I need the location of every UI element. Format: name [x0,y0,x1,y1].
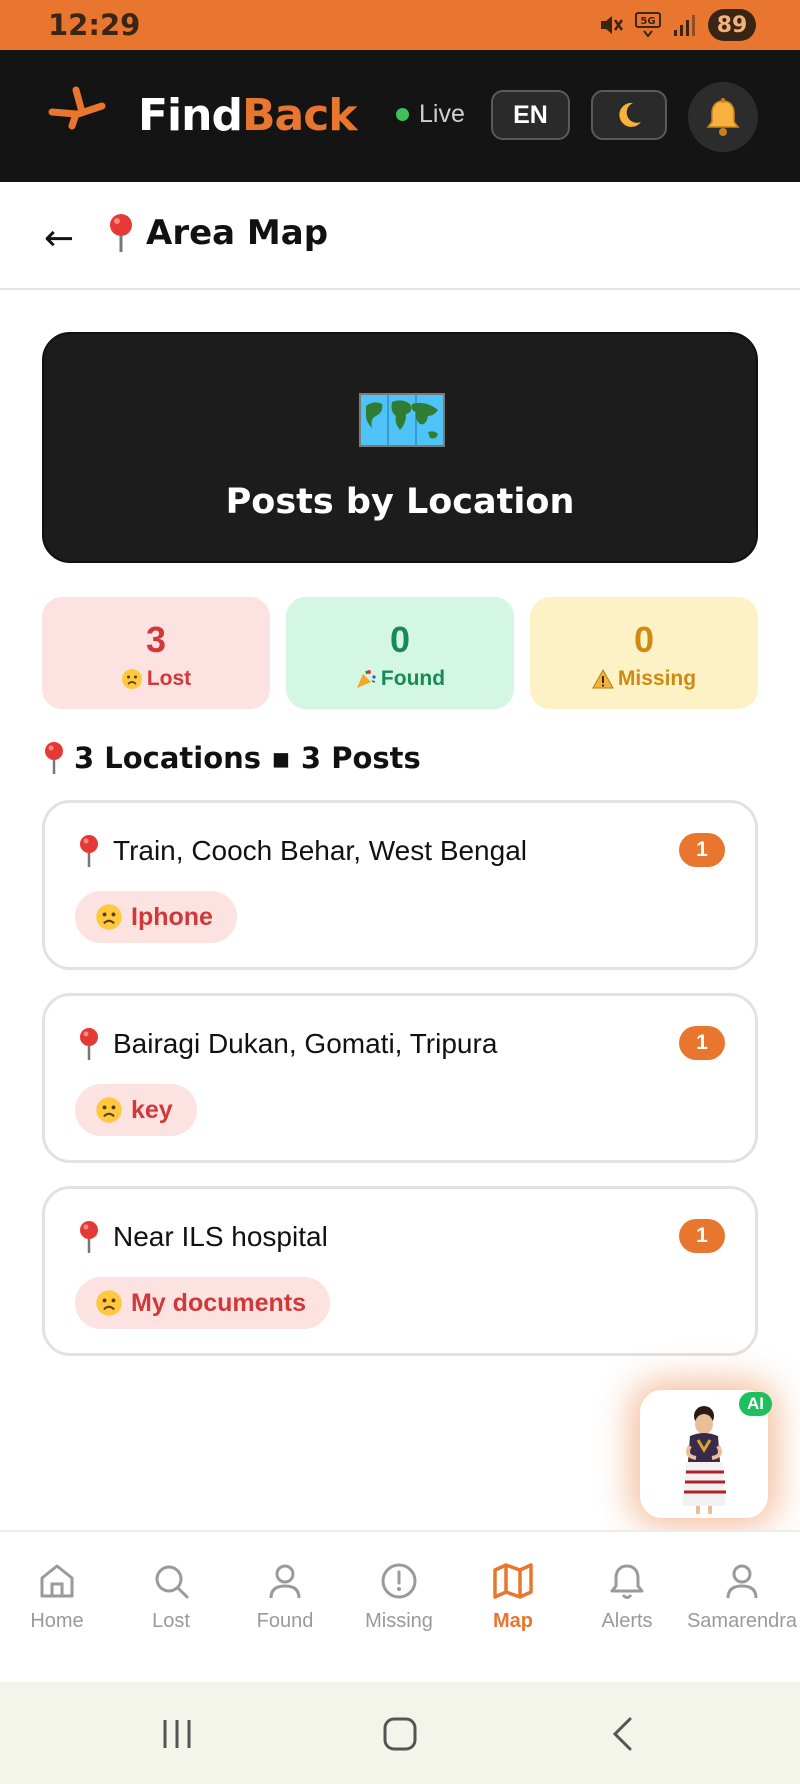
found-stat-label: Found [286,667,514,691]
posts-by-location-card: Posts by Location [42,332,758,563]
live-indicator: Live [396,100,465,129]
location-name: Near ILS hospital [77,1219,328,1255]
app-header: FindBack Live EN [0,50,800,182]
location-name: Bairagi Dukan, Gomati, Tripura [77,1026,497,1062]
page-title-text: Area Map [146,213,329,253]
worried-face-icon [96,1097,122,1123]
location-post-count: 1 [679,1026,725,1060]
nav-item-profile[interactable]: Samarendra [684,1560,800,1633]
bottom-navigation: Home Lost Found Missing Map Alerts Samar… [0,1530,800,1682]
found-label-text: Found [380,667,446,690]
nav-label-found: Found [256,1610,314,1632]
nav-item-home[interactable]: Home [0,1560,114,1633]
pin-icon [80,1028,98,1060]
nav-label-profile: Samarendra [686,1610,798,1632]
nav-item-alerts[interactable]: Alerts [570,1560,684,1633]
missing-count: 0 [633,619,655,660]
post-chip[interactable]: My documents [75,1277,331,1329]
post-chip-label: key [131,1095,173,1124]
summary-text: 3 Locations ▪ 3 Posts [74,741,421,775]
lost-stat-label: Lost [42,667,270,691]
found-count: 0 [389,619,411,660]
nav-label-lost: Lost [152,1610,190,1632]
live-label: Live [419,100,465,128]
nav-label-home: Home [30,1610,84,1632]
home-icon [40,1564,74,1598]
brand-find: Find [138,90,243,141]
post-chip-label: My documents [131,1288,307,1317]
lost-count: 3 [145,619,167,660]
svg-text:5G: 5G [640,16,655,27]
user-icon [269,1564,301,1599]
location-name-text: Train, Cooch Behar, West Bengal [113,835,527,866]
findback-logo-icon [48,86,106,130]
brand-name[interactable]: FindBack [138,90,358,141]
map-icon [493,1563,533,1599]
back-arrow-icon[interactable]: ← [44,218,74,259]
nav-label-alerts: Alerts [601,1610,653,1632]
signal-icon [674,15,695,36]
brand-back: Back [241,90,358,141]
lost-stat-card[interactable]: 3 Lost [42,597,270,709]
network-5g-icon: 5G [635,12,661,38]
pin-icon [80,1221,98,1253]
notifications-button[interactable] [688,82,758,152]
page-title-bar: ← Area Map [0,182,800,290]
moon-icon [619,102,641,127]
nav-item-missing[interactable]: Missing [342,1560,456,1633]
worried-face-icon [96,904,122,930]
worried-face-icon [121,669,142,689]
locations-summary: 3 Locations ▪ 3 Posts [42,740,421,776]
search-icon [155,1565,189,1599]
worried-face-icon [96,1290,122,1316]
language-button[interactable]: EN [491,90,570,140]
home-button-icon[interactable] [382,1716,418,1752]
nav-label-missing: Missing [365,1610,433,1632]
location-card[interactable]: Near ILS hospital 1 My documents [42,1186,758,1356]
back-button-icon[interactable] [608,1716,638,1752]
location-name: Train, Cooch Behar, West Bengal [77,833,527,869]
missing-label-text: Missing [617,667,697,690]
status-time: 12:29 [48,8,141,42]
world-map-icon [359,393,445,447]
nav-item-found[interactable]: Found [228,1560,342,1633]
profile-icon [726,1564,758,1599]
party-popper-icon [356,670,376,688]
pin-icon [45,742,63,774]
location-name-text: Bairagi Dukan, Gomati, Tripura [113,1028,498,1059]
ai-badge: AI [739,1392,772,1416]
location-post-count: 1 [679,833,725,867]
missing-stat-label: Missing [530,667,758,691]
lost-label-text: Lost [146,667,192,690]
status-icons: 5G 89 [598,9,756,41]
system-navigation-bar [0,1682,800,1784]
bell-icon [706,98,740,136]
theme-toggle-button[interactable] [591,90,667,140]
page-title: Area Map [106,212,328,254]
pin-icon [80,835,98,867]
bell-icon [610,1564,644,1599]
location-card[interactable]: Train, Cooch Behar, West Bengal 1 Iphone [42,800,758,970]
alert-icon [381,1563,417,1599]
warning-icon [592,668,614,689]
found-stat-card[interactable]: 0 Found [286,597,514,709]
nav-item-map[interactable]: Map [456,1560,570,1633]
hero-title: Posts by Location [225,482,575,522]
status-bar: 12:29 5G 89 [0,0,800,50]
location-card[interactable]: Bairagi Dukan, Gomati, Tripura 1 key [42,993,758,1163]
live-dot-icon [396,108,409,121]
pin-icon [110,214,132,252]
ai-assistant-button[interactable]: AI [640,1390,772,1518]
post-chip[interactable]: Iphone [75,891,237,943]
location-name-text: Near ILS hospital [113,1221,328,1252]
mute-icon [601,16,624,34]
battery-indicator: 89 [708,9,756,41]
location-post-count: 1 [679,1219,725,1253]
post-chip-label: Iphone [131,902,213,931]
missing-stat-card[interactable]: 0 Missing [530,597,758,709]
recent-apps-icon[interactable] [160,1716,194,1752]
nav-label-map: Map [493,1610,533,1632]
nav-item-lost[interactable]: Lost [114,1560,228,1633]
post-chip[interactable]: key [75,1084,197,1136]
